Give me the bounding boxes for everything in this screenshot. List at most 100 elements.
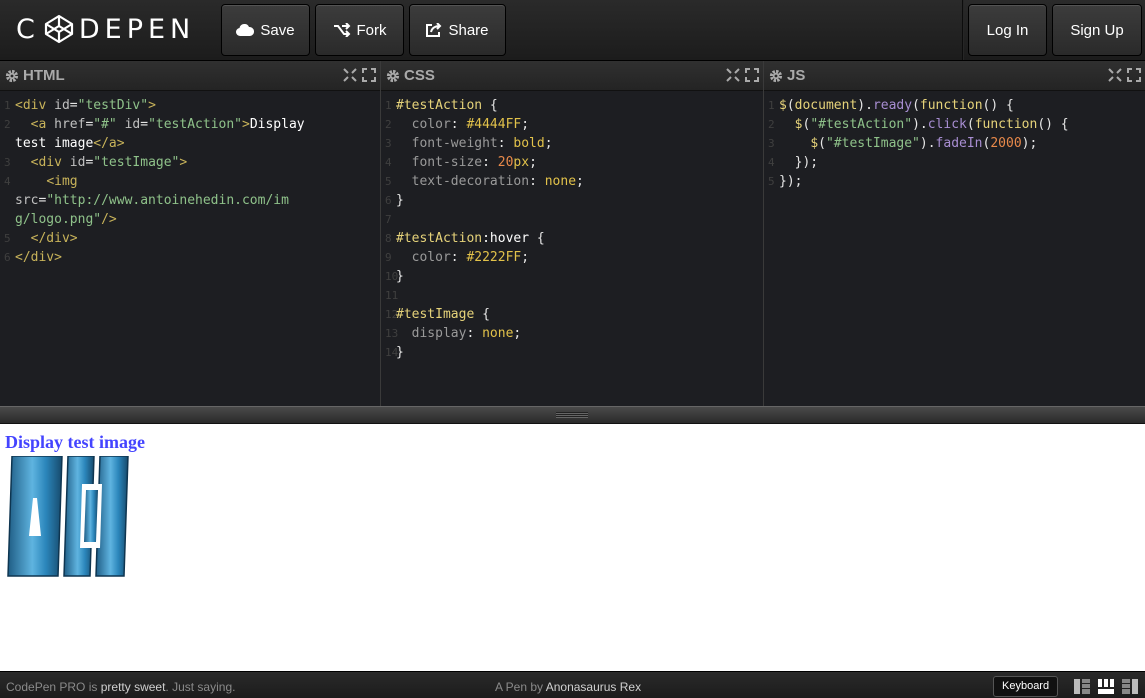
html-editor-title[interactable]: HTML: [5, 67, 65, 84]
pro-promo-link[interactable]: CodePen PRO is pretty sweet. Just saying…: [6, 680, 235, 694]
share-button[interactable]: Share: [409, 4, 506, 56]
keyboard-button[interactable]: Keyboard: [993, 676, 1059, 697]
code-line: 4 });: [764, 153, 1145, 172]
code-text: color: #4444FF;: [411, 117, 530, 132]
line-number: 1: [4, 99, 11, 112]
js-editor[interactable]: JS 1 $(document).ready(function() { 2 $("…: [764, 61, 1145, 406]
code-line: 2 $("#testAction").click(function() {: [764, 115, 1145, 134]
layout-top-icon[interactable]: [1098, 679, 1114, 694]
code-text: #testAction {: [396, 98, 498, 113]
signup-button[interactable]: Sign Up: [1052, 4, 1142, 56]
expand-icon[interactable]: [1127, 68, 1141, 82]
line-number: 5: [4, 232, 11, 245]
line-number: 5: [768, 175, 775, 188]
code-line: 3 $("#testImage").fadeIn(2000);: [764, 134, 1145, 153]
code-line: src="http://www.antoinehedin.com/im: [0, 191, 380, 210]
code-text: src="http://www.antoinehedin.com/im: [15, 193, 289, 208]
js-code[interactable]: 1 $(document).ready(function() { 2 $("#te…: [764, 91, 1145, 191]
line-number: 3: [768, 137, 775, 150]
css-editor[interactable]: CSS 1 #testAction {2 color: #4444FF; 3 fon…: [381, 61, 764, 406]
line-number: 1: [768, 99, 775, 112]
html-editor[interactable]: HTML 1 <div id="testDiv"> 2 <a href="#" i…: [0, 61, 381, 406]
gear-icon[interactable]: [5, 69, 19, 83]
css-editor-header: CSS: [381, 61, 763, 91]
line-number: 2: [385, 118, 392, 131]
line-number: 9: [385, 251, 392, 264]
line-number: 11: [385, 289, 399, 302]
html-code[interactable]: 1 <div id="testDiv"> 2 <a href="#" id="te…: [0, 91, 380, 267]
gear-icon[interactable]: [769, 69, 783, 83]
line-number: 12: [385, 308, 399, 321]
code-text: #testAction:hover {: [396, 231, 545, 246]
header-divider: [962, 0, 964, 60]
code-line: 3 font-weight: bold;: [381, 134, 763, 153]
line-number: 1: [385, 99, 392, 112]
css-title-label: CSS: [404, 67, 435, 84]
code-line: test image</a>: [0, 134, 380, 153]
display-test-image-link[interactable]: Display test image: [5, 432, 145, 453]
code-line: 4 font-size: 20px;: [381, 153, 763, 172]
credit-prefix: A Pen by: [495, 680, 546, 694]
collapse-icon[interactable]: [1108, 68, 1122, 82]
share-icon: [426, 23, 442, 37]
line-number: [0, 134, 15, 153]
line-number: 13: [385, 327, 399, 340]
code-line: 5});: [764, 172, 1145, 191]
line-number: 4: [385, 156, 392, 169]
expand-icon[interactable]: [362, 68, 376, 82]
code-line: 9 color: #2222FF;: [381, 248, 763, 267]
collapse-icon[interactable]: [343, 68, 357, 82]
code-line: 5 text-decoration: none;: [381, 172, 763, 191]
code-line: 7: [381, 210, 763, 229]
layout-right-icon[interactable]: [1122, 679, 1138, 694]
pen-credit: A Pen by Anonasaurus Rex: [495, 680, 641, 694]
code-text: color: #2222FF;: [411, 250, 530, 265]
line-number: 3: [4, 156, 11, 169]
editors-area: HTML 1 <div id="testDiv"> 2 <a href="#" i…: [0, 61, 1145, 406]
save-button[interactable]: Save: [221, 4, 310, 56]
css-code[interactable]: 1 #testAction {2 color: #4444FF; 3 font-we…: [381, 91, 763, 362]
code-line: 8 #testAction:hover {: [381, 229, 763, 248]
line-number: 3: [385, 137, 392, 150]
code-line: 2 color: #4444FF;: [381, 115, 763, 134]
html-editor-header: HTML: [0, 61, 380, 91]
author-link[interactable]: Anonasaurus Rex: [546, 680, 641, 694]
expand-icon[interactable]: [745, 68, 759, 82]
layout-left-icon[interactable]: [1074, 679, 1090, 694]
resize-grip-icon[interactable]: [556, 412, 588, 418]
js-editor-title[interactable]: JS: [769, 67, 805, 84]
footer: CodePen PRO is pretty sweet. Just saying…: [0, 671, 1145, 698]
gear-icon[interactable]: [386, 69, 400, 83]
code-text: #testImage {: [396, 307, 490, 322]
logo-letter: C: [16, 13, 40, 45]
line-number: 7: [385, 213, 392, 226]
code-text: }: [396, 269, 404, 284]
login-button[interactable]: Log In: [968, 4, 1047, 56]
line-number: 5: [385, 175, 392, 188]
promo-suffix: . Just saying.: [165, 680, 236, 694]
resize-bar[interactable]: [0, 406, 1145, 424]
save-label: Save: [260, 21, 295, 39]
code-line: 2 <a href="#" id="testAction">Display: [0, 115, 380, 134]
code-line: g/logo.png"/>: [0, 210, 380, 229]
fork-button[interactable]: Fork: [315, 4, 404, 56]
codepen-logo[interactable]: C DEPEN: [16, 13, 195, 45]
code-line: 1 <div id="testDiv">: [0, 96, 380, 115]
code-text: }: [396, 193, 404, 208]
code-text: font-weight: bold;: [411, 136, 553, 151]
code-text: });: [779, 155, 819, 170]
header: C DEPEN Save Fork Share Log In Sign Up: [0, 0, 1145, 61]
line-number: [0, 210, 15, 229]
js-editor-controls: [1108, 68, 1141, 82]
code-line: 3 <div id="testImage">: [0, 153, 380, 172]
code-text: });: [779, 174, 803, 189]
code-text: }: [396, 345, 404, 360]
css-editor-title[interactable]: CSS: [386, 67, 435, 84]
code-line: 1 #testAction {: [381, 96, 763, 115]
code-line: 4 <img: [0, 172, 380, 191]
collapse-icon[interactable]: [726, 68, 740, 82]
code-text: $("#testAction").click(function() {: [794, 117, 1069, 132]
fork-label: Fork: [356, 21, 387, 39]
code-line: 6 </div>: [0, 248, 380, 267]
html-title-label: HTML: [23, 67, 65, 84]
